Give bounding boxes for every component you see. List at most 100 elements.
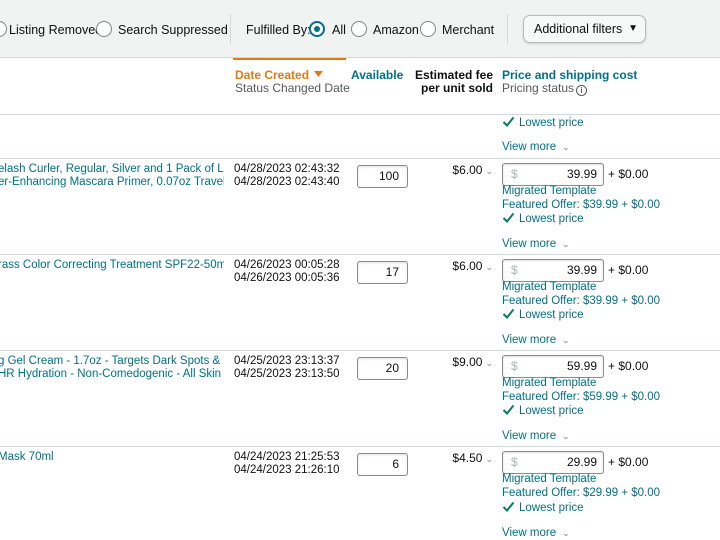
available-input[interactable]: 100 <box>357 165 408 188</box>
fee-value: $4.50 <box>452 451 483 465</box>
pricing-status: Lowest price <box>502 403 584 418</box>
view-more-text: View more <box>502 334 557 346</box>
template-link[interactable]: Migrated Template <box>502 281 596 294</box>
product-name-link[interactable]: g Gel Cream - 1.7oz - Targets Dark Spots… <box>0 355 224 381</box>
pricing-status: Lowest price <box>502 500 584 515</box>
currency-symbol: $ <box>511 167 518 181</box>
product-name-link[interactable]: elash Curler, Regular, Silver and 1 Pack… <box>0 163 224 189</box>
chevron-down-icon: ⌄ <box>562 528 570 538</box>
estimated-fee-dropdown[interactable]: $4.50 ⌄ <box>452 451 493 466</box>
check-icon <box>502 501 515 512</box>
date-created: 04/26/2023 00:05:28 <box>234 259 340 271</box>
shipping-cost: + $0.00 <box>608 455 649 469</box>
product-name-link[interactable]: rass Color Correcting Treatment SPF22-50… <box>0 259 224 272</box>
table-row: Lowest price View more ⌄ <box>0 115 720 159</box>
pricing-status-text: Lowest price <box>519 405 584 417</box>
fee-value: $6.00 <box>452 163 483 177</box>
radio-label-search-suppressed[interactable]: Search Suppressed <box>118 22 228 38</box>
radio-fulfilled-amazon[interactable] <box>351 21 367 37</box>
view-more-link[interactable]: View more ⌄ <box>502 526 570 540</box>
shipping-cost: + $0.00 <box>608 359 649 373</box>
pricing-status-text: Lowest price <box>519 309 584 321</box>
radio-listing-removed[interactable] <box>0 21 7 37</box>
column-header-status-changed[interactable]: Status Changed Date <box>235 81 350 95</box>
column-header-date-created[interactable]: Date Created <box>235 68 324 82</box>
radio-fulfilled-merchant[interactable] <box>420 21 436 37</box>
product-name-line1: elash Curler, Regular, Silver and 1 Pack… <box>0 163 224 175</box>
radio-label-merchant[interactable]: Merchant <box>442 22 494 38</box>
filter-divider <box>230 14 231 44</box>
sort-desc-icon <box>314 71 324 77</box>
shipping-cost: + $0.00 <box>608 167 649 181</box>
view-more-text: View more <box>502 238 557 250</box>
view-more-link[interactable]: View more ⌄ <box>502 140 570 154</box>
pricing-status-text: Lowest price <box>519 117 584 129</box>
pricing-status: Lowest price <box>502 115 584 130</box>
product-name-line2: er-Enhancing Mascara Primer, 0.07oz Trav… <box>0 176 224 188</box>
estimated-fee-dropdown[interactable]: $9.00 ⌄ <box>452 355 493 370</box>
price-value: 39.99 <box>566 263 597 277</box>
check-icon <box>502 404 515 415</box>
fulfilled-by-label: Fulfilled By: <box>246 23 311 37</box>
product-name-line2: HR Hydration - Non-Comedogenic - All Ski… <box>0 368 224 380</box>
sort-active-indicator <box>233 58 346 60</box>
view-more-link[interactable]: View more ⌄ <box>502 237 570 251</box>
currency-symbol: $ <box>511 455 518 469</box>
fee-value: $9.00 <box>452 355 483 369</box>
price-input[interactable]: $29.99 <box>502 451 604 474</box>
dates-cell: 04/26/2023 00:05:28 04/26/2023 00:05:36 <box>234 259 340 285</box>
price-input[interactable]: $39.99 <box>502 163 604 186</box>
radio-search-suppressed[interactable] <box>96 21 112 37</box>
view-more-text: View more <box>502 527 557 539</box>
column-header-estimated-fee: Estimated fee <box>414 68 493 82</box>
additional-filters-button[interactable]: Additional filters ▼ <box>523 15 646 43</box>
radio-label-listing-removed[interactable]: Listing Removed <box>9 22 102 38</box>
dates-cell: 04/24/2023 21:25:53 04/24/2023 21:26:10 <box>234 451 340 477</box>
price-value: 59.99 <box>566 359 597 373</box>
check-icon <box>502 212 515 223</box>
pricing-status-text: Lowest price <box>519 502 584 514</box>
status-changed-date: 04/26/2023 00:05:36 <box>234 272 340 284</box>
table-header: Date Created Status Changed Date Availab… <box>0 58 720 115</box>
fee-value: $6.00 <box>452 259 483 273</box>
price-input[interactable]: $59.99 <box>502 355 604 378</box>
product-name-link[interactable]: Mask 70ml <box>0 451 224 464</box>
template-link[interactable]: Migrated Template <box>502 185 596 198</box>
status-changed-date: 04/28/2023 02:43:40 <box>234 176 340 188</box>
chevron-down-icon: ⌄ <box>562 335 570 345</box>
template-link[interactable]: Migrated Template <box>502 377 596 390</box>
check-icon <box>502 308 515 319</box>
additional-filters-label: Additional filters <box>534 22 623 36</box>
column-header-price-shipping[interactable]: Price and shipping cost <box>502 68 637 82</box>
price-value: 39.99 <box>566 167 597 181</box>
available-input[interactable]: 17 <box>357 261 408 284</box>
date-created: 04/28/2023 02:43:32 <box>234 163 340 175</box>
column-header-available[interactable]: Available <box>351 68 403 82</box>
available-input[interactable]: 20 <box>357 357 408 380</box>
status-changed-date: 04/25/2023 23:13:50 <box>234 368 340 380</box>
available-input[interactable]: 6 <box>357 453 408 476</box>
status-changed-date: 04/24/2023 21:26:10 <box>234 464 340 476</box>
product-name-line1: Mask 70ml <box>0 451 54 463</box>
chevron-down-icon: ⌄ <box>485 454 493 464</box>
filter-bar: Listing Removed Search Suppressed Fulfil… <box>0 0 720 58</box>
radio-label-amazon[interactable]: Amazon <box>373 22 419 38</box>
pricing-status: Lowest price <box>502 307 584 322</box>
view-more-link[interactable]: View more ⌄ <box>502 429 570 443</box>
view-more-text: View more <box>502 430 557 442</box>
price-input[interactable]: $39.99 <box>502 259 604 282</box>
chevron-down-icon: ⌄ <box>485 262 493 272</box>
template-link[interactable]: Migrated Template <box>502 473 596 486</box>
table-row: g Gel Cream - 1.7oz - Targets Dark Spots… <box>0 351 720 447</box>
date-created: 04/25/2023 23:13:37 <box>234 355 340 367</box>
radio-label-all[interactable]: All <box>332 22 346 38</box>
estimated-fee-dropdown[interactable]: $6.00 ⌄ <box>452 163 493 178</box>
product-name-line1: rass Color Correcting Treatment SPF22-50… <box>0 259 224 271</box>
view-more-link[interactable]: View more ⌄ <box>502 333 570 347</box>
radio-fulfilled-all[interactable] <box>309 21 325 37</box>
chevron-down-icon: ⌄ <box>562 142 570 152</box>
date-created-label: Date Created <box>235 68 310 82</box>
filter-divider <box>507 14 508 44</box>
info-icon[interactable]: i <box>576 85 588 96</box>
estimated-fee-dropdown[interactable]: $6.00 ⌄ <box>452 259 493 274</box>
